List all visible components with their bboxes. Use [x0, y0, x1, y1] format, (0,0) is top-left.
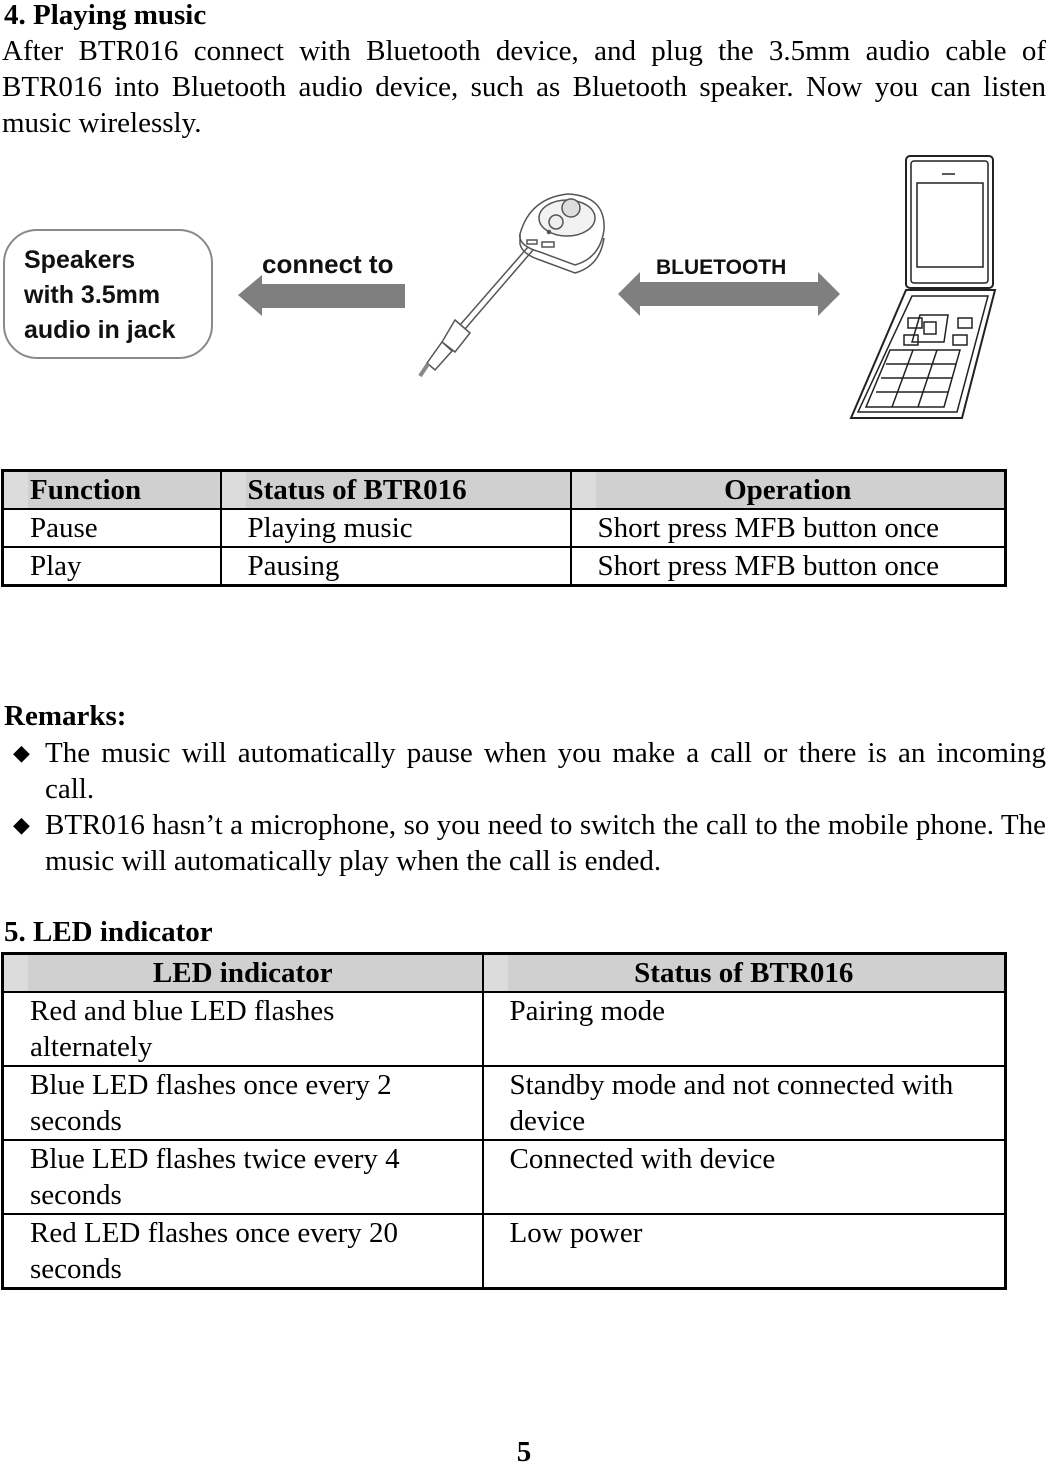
led-indicator-table: LED indicator Status of BTR016 Red and b… — [1, 952, 1007, 1290]
remark-item: ◆ The music will automatically pause whe… — [0, 735, 1046, 807]
column-header-operation: Operation — [569, 469, 1007, 510]
cell-operation: Short press MFB button once — [569, 546, 1007, 587]
cell-function: Play — [1, 546, 222, 587]
remarks-list: ◆ The music will automatically pause whe… — [0, 735, 1046, 879]
cell-status: Standby mode and not connected with devi… — [481, 1065, 1007, 1141]
connect-arrow-icon — [238, 275, 405, 316]
cell-status: Pairing mode — [481, 991, 1007, 1067]
column-header-led-indicator: LED indicator — [1, 952, 484, 993]
cell-led-indicator: Red LED flashes once every 20 seconds — [1, 1213, 484, 1290]
cell-status: Low power — [481, 1213, 1007, 1290]
table-row: Red LED flashes once every 20 seconds Lo… — [1, 1213, 1007, 1290]
diamond-bullet-icon: ◆ — [13, 812, 30, 837]
cell-operation: Short press MFB button once — [569, 508, 1007, 548]
table-row: Red and blue LED flashes alternately Pai… — [1, 991, 1007, 1067]
connection-diagram: Speakers with 3.5mm audio in jack connec… — [0, 150, 1048, 430]
column-header-function: Function — [1, 469, 222, 510]
table-header-row: Function Status of BTR016 Operation — [1, 469, 1007, 510]
section-5-heading: 5. LED indicator — [4, 916, 213, 948]
remark-text: BTR016 hasn’t a microphone, so you need … — [45, 809, 1046, 877]
section-4-paragraph: After BTR016 connect with Bluetooth devi… — [2, 35, 1046, 139]
cell-led-indicator: Blue LED flashes twice every 4 seconds — [1, 1139, 484, 1215]
diagram-graphics — [238, 155, 997, 419]
cell-status: Connected with device — [481, 1139, 1007, 1215]
table-row: Blue LED flashes once every 2 seconds St… — [1, 1065, 1007, 1141]
cell-function: Pause — [1, 508, 222, 548]
table-row: Blue LED flashes twice every 4 seconds C… — [1, 1139, 1007, 1215]
cell-led-indicator: Blue LED flashes once every 2 seconds — [1, 1065, 484, 1141]
remark-text: The music will automatically pause when … — [45, 737, 1046, 805]
cell-led-indicator: Red and blue LED flashes alternately — [1, 991, 484, 1067]
diamond-bullet-icon: ◆ — [13, 740, 30, 765]
column-header-status: Status of BTR016 — [219, 469, 572, 510]
cell-status: Playing music — [219, 508, 572, 548]
column-header-status: Status of BTR016 — [481, 952, 1007, 993]
table-row: Pause Playing music Short press MFB butt… — [1, 508, 1007, 548]
bluetooth-label: BLUETOOTH — [654, 256, 789, 280]
page-number: 5 — [516, 1436, 532, 1468]
cell-status: Pausing — [219, 546, 572, 587]
btr016-device-icon — [418, 193, 605, 378]
table-row: Play Pausing Short press MFB button once — [1, 546, 1007, 587]
remarks-title: Remarks: — [4, 700, 127, 732]
remark-item: ◆ BTR016 hasn’t a microphone, so you nee… — [0, 807, 1046, 879]
music-control-table: Function Status of BTR016 Operation Paus… — [1, 469, 1007, 587]
table-header-row: LED indicator Status of BTR016 — [1, 952, 1007, 993]
section-4-heading: 4. Playing music — [4, 0, 207, 31]
mobile-phone-icon — [849, 155, 997, 419]
